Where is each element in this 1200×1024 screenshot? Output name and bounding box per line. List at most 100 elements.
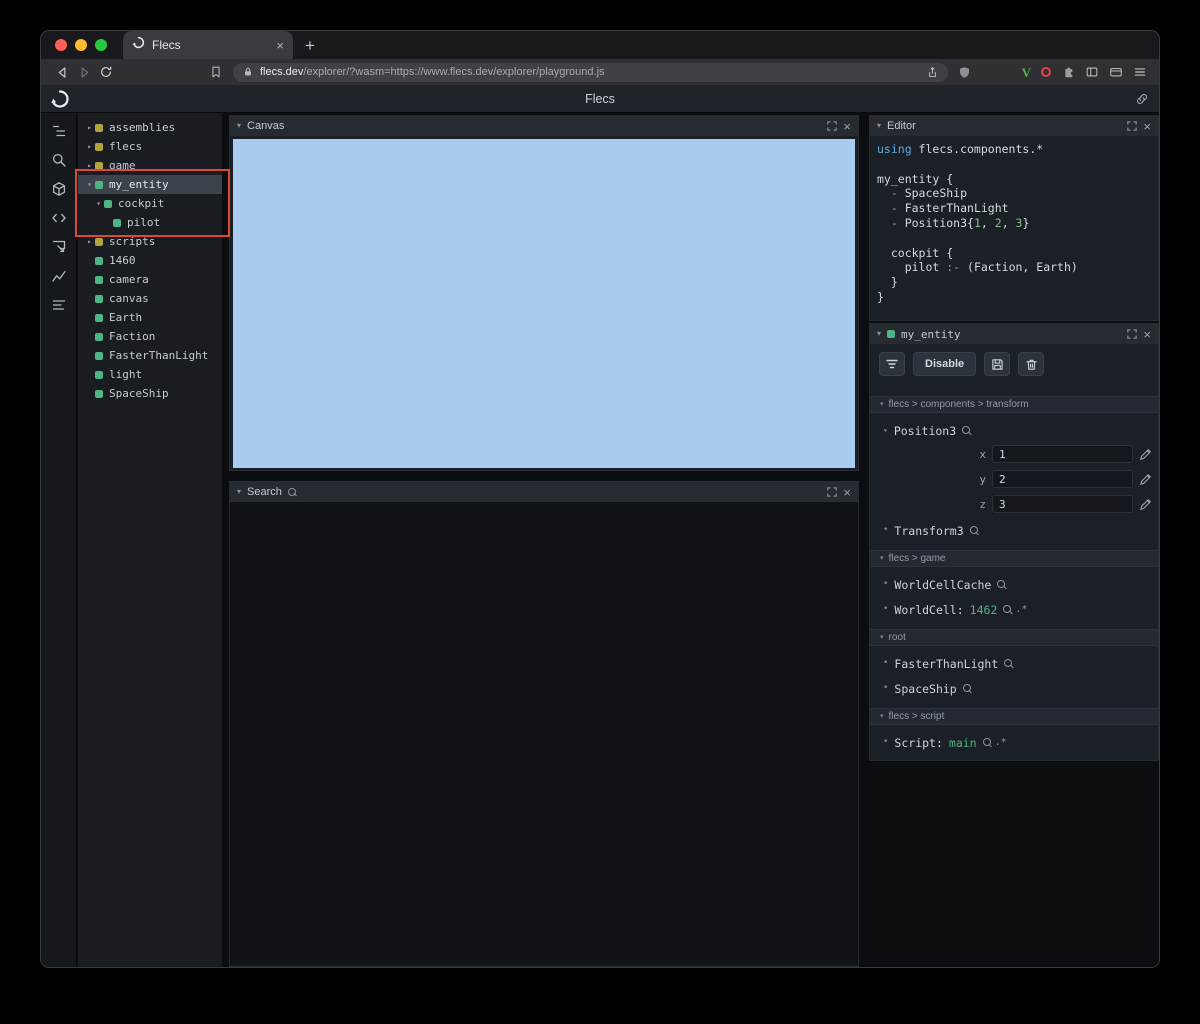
filter-button[interactable] (879, 352, 905, 376)
menu-icon[interactable] (1133, 65, 1147, 79)
bookmark-icon[interactable] (205, 61, 227, 83)
search-panel-header[interactable]: ▾ Search × (230, 482, 858, 502)
field-input[interactable]: 3 (992, 495, 1133, 513)
chevron-right-icon[interactable]: ▸ (84, 123, 95, 132)
tree-item-Earth[interactable]: Earth (78, 308, 222, 327)
search-icon[interactable] (1003, 605, 1012, 614)
inspector-panel-header[interactable]: ▾ my_entity × (870, 324, 1158, 344)
component-row[interactable]: • Script: main .* (870, 735, 1158, 750)
chevron-right-icon[interactable]: ▸ (84, 161, 95, 170)
field-input[interactable]: 1 (992, 445, 1133, 463)
inspect-tool-icon[interactable] (50, 238, 68, 256)
tree-item-game[interactable]: ▸ game (78, 156, 222, 175)
component-section-header[interactable]: ▾ root (870, 629, 1158, 646)
flecs-logo-icon[interactable] (50, 89, 70, 109)
close-icon[interactable]: × (843, 120, 851, 133)
record-extension-icon[interactable] (1041, 67, 1051, 77)
close-icon[interactable]: × (1143, 328, 1151, 341)
shield-icon[interactable] (954, 61, 976, 83)
tree-item-camera[interactable]: camera (78, 270, 222, 289)
chevron-down-icon[interactable]: ▾ (237, 488, 241, 496)
expand-icon[interactable] (827, 487, 838, 497)
component-section-header[interactable]: ▾ flecs > game (870, 550, 1158, 567)
tree-item-scripts[interactable]: ▸ scripts (78, 232, 222, 251)
minimize-window-button[interactable] (75, 39, 87, 51)
tree-item-flecs[interactable]: ▸ flecs (78, 137, 222, 156)
expand-icon[interactable] (1127, 121, 1138, 131)
back-button[interactable] (51, 61, 73, 83)
component-row[interactable]: • Transform3 (870, 523, 1158, 538)
chevron-right-icon[interactable]: ▸ (84, 142, 95, 151)
canvas-panel-header[interactable]: ▾ Canvas × (230, 116, 858, 136)
delete-button[interactable] (1018, 352, 1045, 376)
tree-item-canvas[interactable]: canvas (78, 289, 222, 308)
search-icon[interactable] (982, 738, 992, 747)
new-tab-button[interactable]: + (305, 37, 315, 54)
edit-icon[interactable] (1139, 473, 1152, 486)
expand-icon[interactable] (1127, 329, 1138, 339)
tree-item-FasterThanLight[interactable]: FasterThanLight (78, 346, 222, 365)
tree-item-1460[interactable]: 1460 (78, 251, 222, 270)
edit-icon[interactable] (1139, 498, 1152, 511)
component-row[interactable]: • FasterThanLight (870, 656, 1158, 671)
search-icon[interactable] (969, 526, 979, 535)
editor-panel-header[interactable]: ▾ Editor × (870, 116, 1158, 136)
chevron-right-icon[interactable]: ▸ (84, 237, 95, 246)
close-icon[interactable]: × (843, 486, 851, 499)
tree-item-SpaceShip[interactable]: SpaceShip (78, 384, 222, 403)
search-icon[interactable] (1004, 659, 1013, 668)
tab-close-icon[interactable]: × (276, 39, 284, 52)
save-button[interactable] (984, 352, 1011, 376)
tree-item-pilot[interactable]: pilot (78, 213, 222, 232)
zoom-window-button[interactable] (95, 39, 107, 51)
forward-button[interactable] (73, 61, 95, 83)
search-tool-icon[interactable] (50, 151, 68, 169)
browser-tab[interactable]: Flecs × (123, 31, 293, 59)
chevron-down-icon[interactable]: ▾ (93, 199, 104, 208)
stats-tool-icon[interactable] (50, 296, 68, 314)
close-window-button[interactable] (55, 39, 67, 51)
tree-item-light[interactable]: light (78, 365, 222, 384)
extensions-puzzle-icon[interactable] (1061, 65, 1075, 79)
component-row[interactable]: • SpaceShip (870, 681, 1158, 696)
edit-icon[interactable] (1139, 448, 1152, 461)
chevron-down-icon[interactable]: ▾ (84, 180, 95, 189)
chevron-down-icon[interactable]: ▾ (877, 330, 881, 338)
v-extension-icon[interactable]: V (1022, 66, 1031, 79)
field-row: z3 (870, 495, 1158, 513)
address-bar[interactable]: flecs.dev/explorer/?wasm=https://www.fle… (233, 62, 948, 82)
disable-button[interactable]: Disable (913, 352, 977, 376)
share-icon[interactable] (926, 66, 939, 79)
code-token: Position3{ (904, 215, 974, 230)
search-icon[interactable] (962, 426, 971, 435)
code-tool-icon[interactable] (50, 209, 68, 227)
chart-tool-icon[interactable] (50, 267, 68, 285)
code-token: } (1022, 215, 1030, 230)
component-section-header[interactable]: ▾ flecs > components > transform (870, 396, 1158, 413)
reload-button[interactable] (95, 61, 117, 83)
close-icon[interactable]: × (1143, 120, 1151, 133)
component-section-header[interactable]: ▾ flecs > script (870, 708, 1158, 725)
chevron-down-icon[interactable]: ▾ (877, 122, 881, 130)
search-results-area[interactable] (230, 502, 858, 965)
wallet-icon[interactable] (1109, 65, 1123, 79)
search-icon[interactable] (997, 580, 1006, 589)
field-input[interactable]: 2 (992, 470, 1133, 488)
cube-tool-icon[interactable] (50, 180, 68, 198)
expand-icon[interactable] (827, 121, 838, 131)
component-row[interactable]: ▾ Position3 (870, 423, 1158, 438)
component-row[interactable]: • WorldCellCache (870, 577, 1158, 592)
tree-item-cockpit[interactable]: ▾ cockpit (78, 194, 222, 213)
component-row[interactable]: • WorldCell: 1462 .* (870, 602, 1158, 617)
entities-tool-icon[interactable] (50, 122, 68, 140)
tree-item-my_entity[interactable]: ▾ my_entity (78, 175, 222, 194)
tree-item-assemblies[interactable]: ▸ assemblies (78, 118, 222, 137)
tree-item-Faction[interactable]: Faction (78, 327, 222, 346)
search-icon[interactable] (962, 684, 972, 693)
sidebar-toggle-icon[interactable] (1085, 65, 1099, 79)
chevron-down-icon[interactable]: ▾ (237, 122, 241, 130)
chevron-down-icon[interactable]: ▾ (883, 426, 888, 435)
link-icon[interactable] (1135, 92, 1149, 106)
canvas-viewport[interactable] (233, 139, 855, 468)
editor-code[interactable]: using flecs.components.* my_entity { - S… (870, 136, 1158, 311)
